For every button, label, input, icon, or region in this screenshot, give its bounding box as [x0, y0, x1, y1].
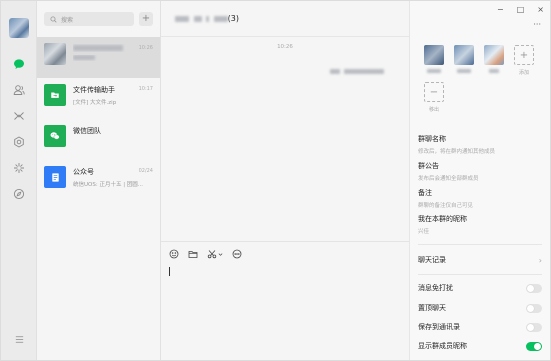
favorites-icon[interactable]: [11, 108, 27, 124]
folder-icon: [44, 84, 66, 106]
add-button[interactable]: +: [139, 12, 153, 26]
message-time: 10:26: [277, 44, 293, 50]
field-subtitle: 发布后会通知全部群成员: [418, 176, 479, 182]
row-label: 聊天记录: [418, 256, 446, 264]
chevron-down-icon: [218, 252, 223, 256]
article-icon: [44, 166, 66, 188]
chat-history-icon[interactable]: [232, 249, 242, 259]
chat-history-row[interactable]: 聊天记录 ›: [418, 255, 542, 265]
row-label: 置顶聊天: [418, 304, 446, 312]
settings-icon[interactable]: [11, 134, 27, 150]
browser-icon[interactable]: [11, 186, 27, 202]
conversation-time: 10:17: [138, 86, 153, 92]
chat-title: (3): [175, 14, 239, 23]
menu-icon[interactable]: [1, 334, 37, 345]
conversation-time: 02/24: [138, 168, 153, 174]
chevron-right-icon: ›: [538, 255, 542, 265]
message-composer[interactable]: [161, 241, 409, 360]
folder-icon[interactable]: [188, 249, 198, 259]
conversation-time: 10:26: [138, 45, 153, 51]
chat-panel: (3) 10:26: [161, 1, 409, 360]
wechat-window: 搜索 + 10:26 文件传输助手 [文件] 大文件.zip 10:17 微信团…: [0, 0, 551, 361]
contacts-icon[interactable]: [11, 82, 27, 98]
moments-icon[interactable]: [11, 160, 27, 176]
more-button[interactable]: ···: [533, 20, 541, 29]
minus-icon: −: [424, 82, 444, 102]
conversation-item-file-helper[interactable]: 文件传输助手 [文件] 大文件.zip 10:17: [37, 78, 160, 119]
divider: [418, 244, 542, 245]
scissors-icon: [207, 250, 217, 259]
search-row: 搜索 +: [37, 1, 160, 37]
row-label: 显示群成员昵称: [418, 342, 467, 350]
nav-rail: [1, 1, 37, 360]
row-label: 保存到通讯录: [418, 323, 460, 331]
user-avatar[interactable]: [8, 18, 29, 38]
show-nickname-toggle-row: 显示群成员昵称: [418, 341, 542, 351]
plus-icon: +: [514, 45, 534, 65]
mute-toggle[interactable]: [526, 283, 542, 293]
member-avatar: [454, 45, 474, 65]
show-nickname-toggle[interactable]: [526, 341, 542, 351]
field-title: 我在本群的昵称: [418, 215, 467, 223]
conversation-item-official-accounts[interactable]: 公众号 统信UOS: 正月十五 | 团圆... 02/24: [37, 160, 160, 201]
field-subtitle: 兴佳: [418, 229, 430, 235]
save-contacts-toggle[interactable]: [526, 322, 542, 332]
member-avatar: [484, 45, 504, 65]
conversation-preview: 统信UOS: 正月十五 | 团圆...: [73, 182, 144, 188]
member[interactable]: [424, 45, 444, 76]
conversation-preview: [文件] 大文件.zip: [73, 100, 117, 106]
conversation-preview: [73, 55, 153, 61]
text-cursor: [169, 267, 170, 276]
member[interactable]: [454, 45, 474, 76]
chat-icon[interactable]: [11, 56, 27, 72]
wechat-icon: [44, 125, 66, 147]
search-icon: [50, 15, 57, 23]
search-input[interactable]: 搜索: [44, 12, 134, 26]
field-title: 群聊名称: [418, 135, 446, 143]
group-announcement-field[interactable]: 群公告 发布后会通知全部群成员: [418, 161, 542, 182]
pin-toggle-row: 置顶聊天: [418, 303, 542, 313]
window-controls: − □ ×: [497, 5, 544, 14]
field-subtitle: 群聊的备注仅自己可见: [418, 203, 474, 209]
message-area[interactable]: 10:26: [161, 37, 409, 241]
add-member-label: 添加: [518, 70, 529, 76]
chat-header: (3): [161, 1, 409, 37]
row-label: 消息免打扰: [418, 284, 453, 292]
group-name-field[interactable]: 群聊名称 修改后，将在群内通知其他成员: [418, 134, 542, 155]
mute-toggle-row: 消息免打扰: [418, 283, 542, 293]
divider: [418, 274, 542, 275]
maximize-button[interactable]: □: [517, 5, 525, 14]
system-message: [329, 67, 384, 75]
member[interactable]: [484, 45, 504, 76]
emoji-icon[interactable]: [169, 249, 179, 259]
save-contacts-toggle-row: 保存到通讯录: [418, 322, 542, 332]
pin-toggle[interactable]: [526, 303, 542, 313]
my-nickname-field[interactable]: 我在本群的昵称 兴佳: [418, 214, 542, 235]
add-member-button[interactable]: + 添加: [514, 45, 534, 76]
field-title: 备注: [418, 189, 432, 197]
search-placeholder: 搜索: [61, 16, 74, 24]
conversation-name: 微信团队: [73, 127, 101, 135]
field-subtitle: 修改后，将在群内通知其他成员: [418, 149, 496, 155]
field-title: 群公告: [418, 162, 439, 170]
remove-member-button[interactable]: − 移出: [424, 82, 444, 113]
conversation-list: 搜索 + 10:26 文件传输助手 [文件] 大文件.zip 10:17 微信团…: [37, 1, 161, 360]
minimize-button[interactable]: −: [497, 5, 504, 14]
member-avatar: [424, 45, 444, 65]
remove-member-label: 移出: [428, 107, 439, 113]
conversation-item-group[interactable]: 10:26: [37, 37, 160, 78]
screenshot-button[interactable]: [207, 249, 223, 259]
composer-toolbar: [169, 249, 401, 259]
member-grid: + 添加 − 移出: [424, 45, 542, 113]
remark-field[interactable]: 备注 群聊的备注仅自己可见: [418, 188, 542, 209]
group-info-panel: − □ × ··· + 添加 − 移出 群聊名称 修改后，将在群内通知其他成员 …: [409, 1, 550, 360]
close-button[interactable]: ×: [537, 5, 544, 14]
group-avatar: [44, 43, 66, 65]
conversation-item-wechat-team[interactable]: 微信团队: [37, 119, 160, 160]
